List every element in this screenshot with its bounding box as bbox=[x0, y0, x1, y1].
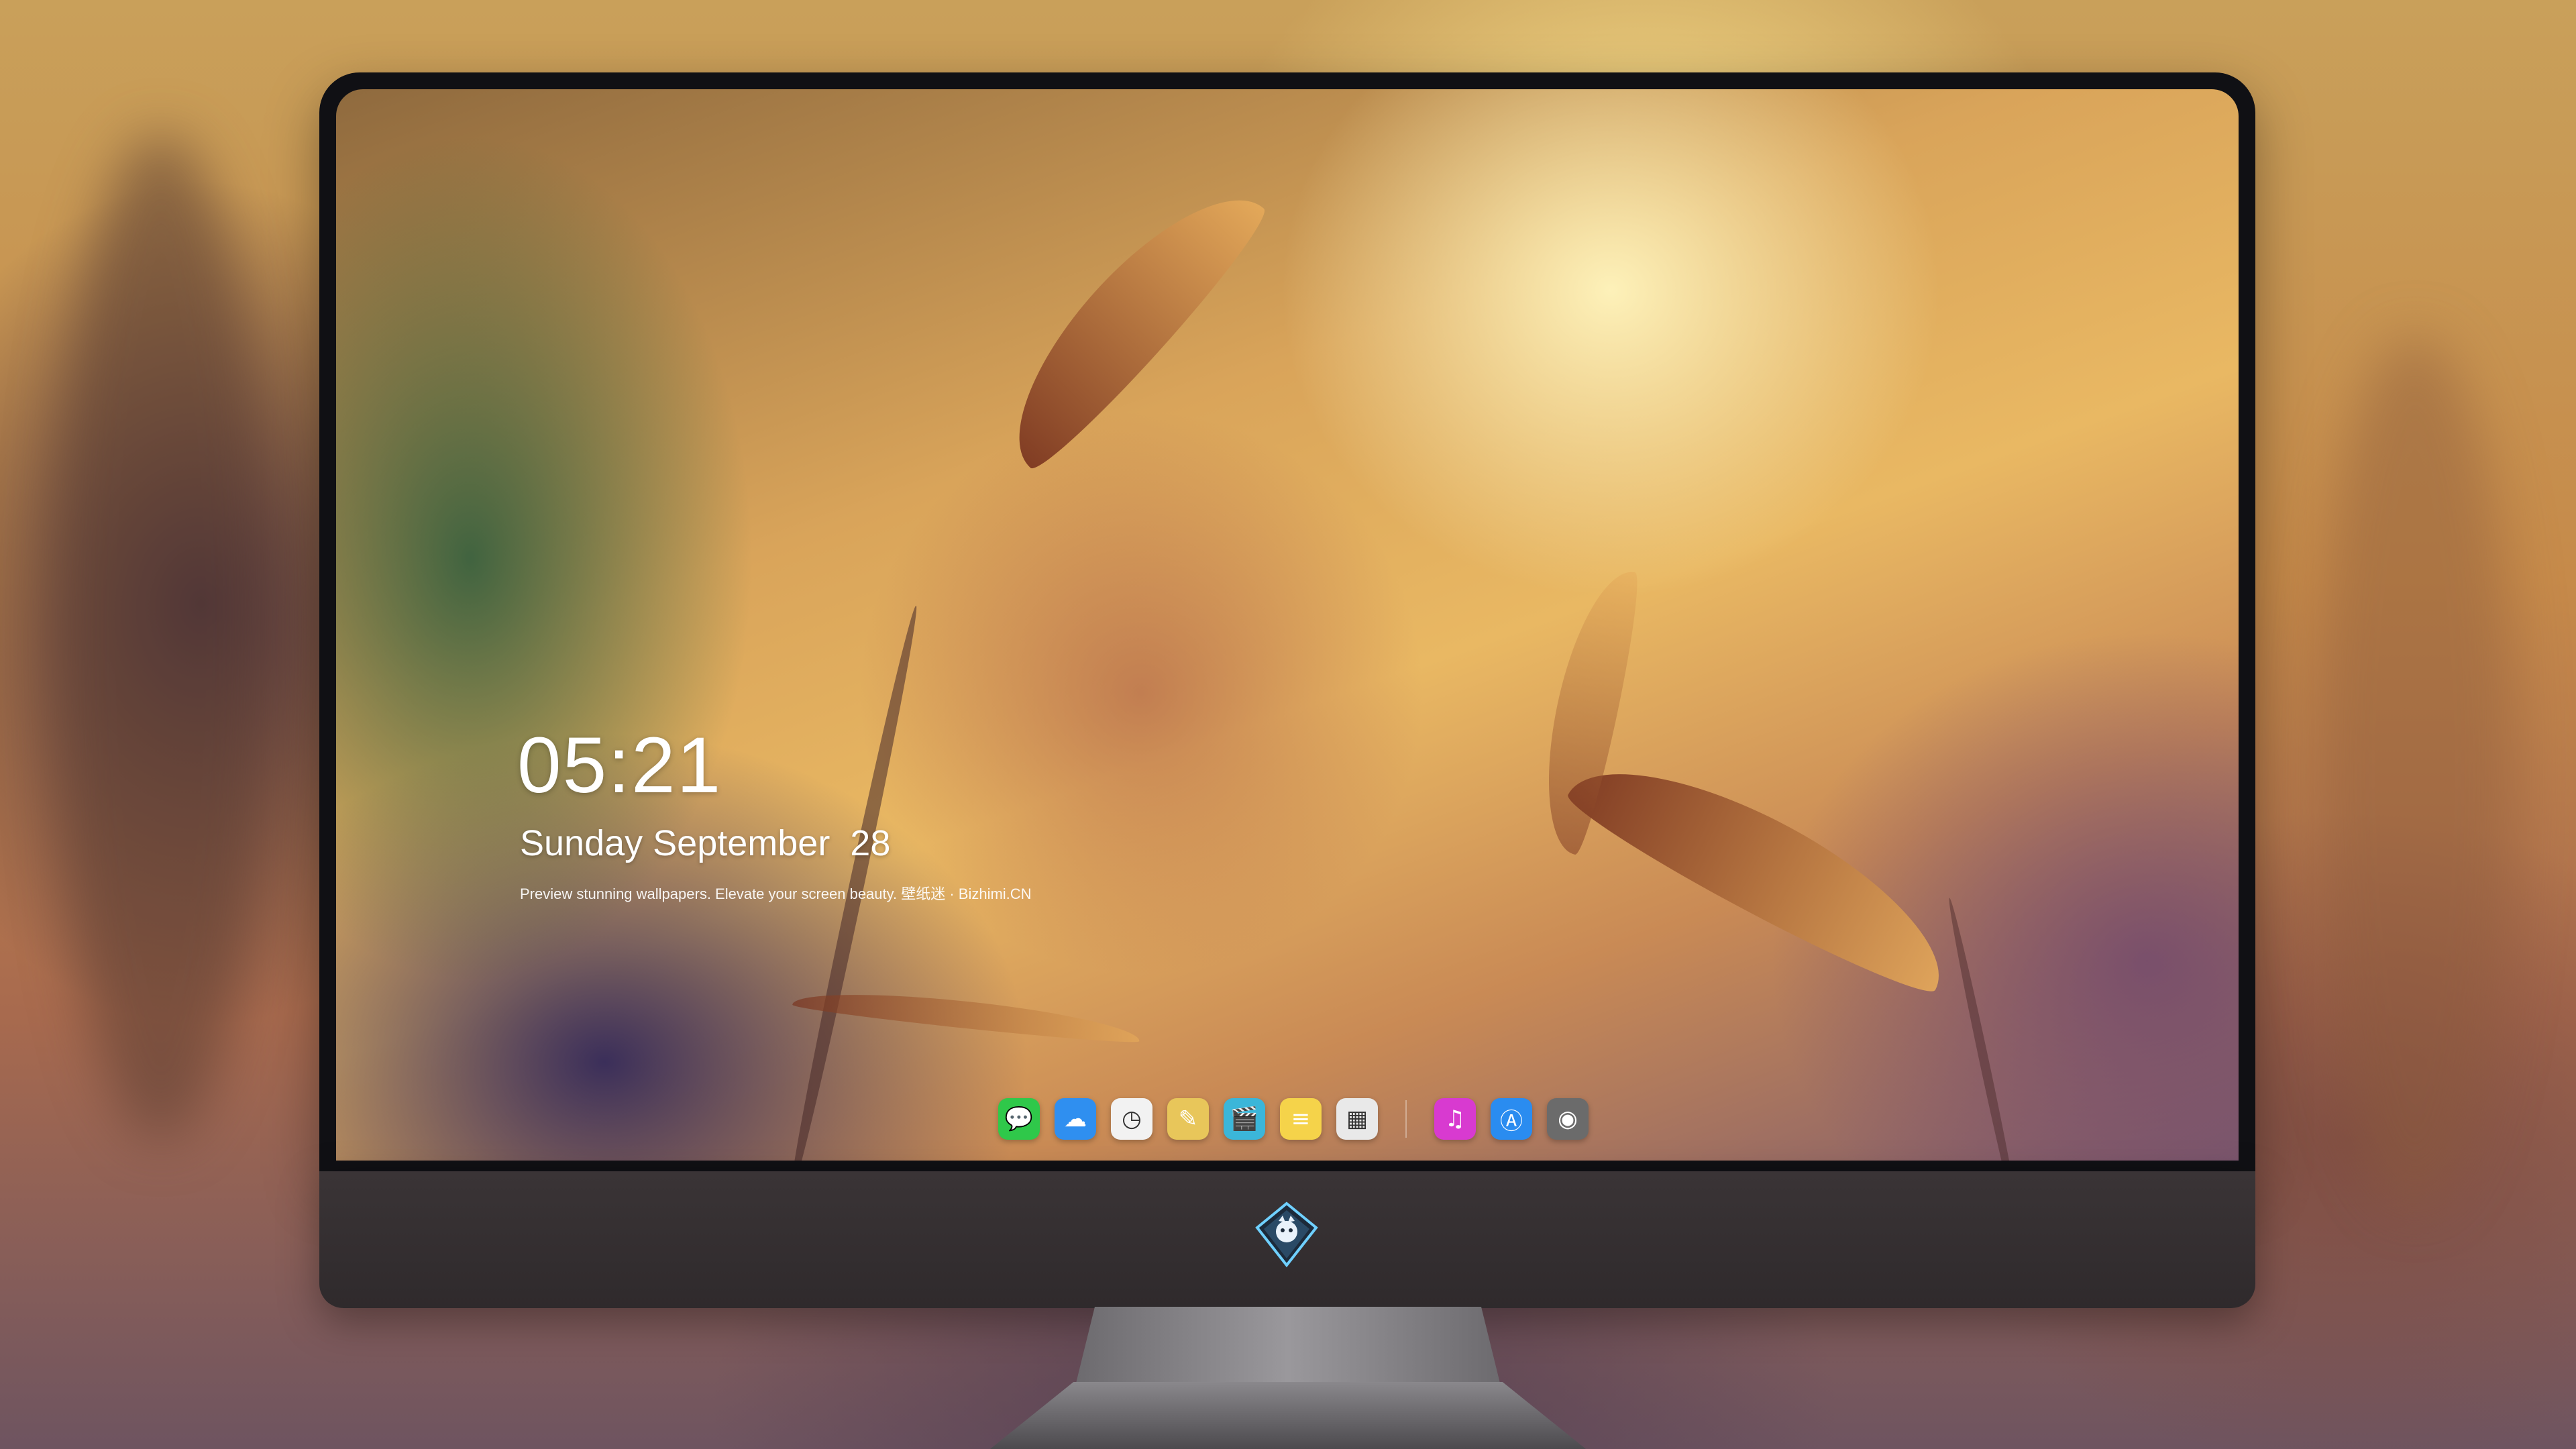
wallpaper-wheat-ear bbox=[978, 162, 1277, 480]
lockscreen-tagline: Preview stunning wallpapers. Elevate you… bbox=[520, 885, 1032, 902]
messages-icon[interactable]: 💬 bbox=[998, 1098, 1040, 1140]
clock-icon[interactable]: ◷ bbox=[1111, 1098, 1152, 1140]
monitor-stand-base bbox=[990, 1382, 1586, 1449]
camera-icon[interactable]: ◉ bbox=[1547, 1098, 1589, 1140]
video-icon[interactable]: 🎬 bbox=[1224, 1098, 1265, 1140]
background-blur-stalk bbox=[2314, 335, 2516, 1208]
wallpaper-wheat-ear bbox=[792, 983, 1142, 1047]
lockscreen-clock: 05:21 bbox=[517, 721, 722, 810]
monitor-bezel: 05:21 Sunday September 28 Preview stunni… bbox=[319, 72, 2255, 1171]
monitor-stand-neck bbox=[1073, 1307, 1503, 1394]
lockscreen-date: Sunday September 28 bbox=[520, 823, 891, 863]
dock-separator bbox=[1405, 1100, 1407, 1138]
wallpaper-stem bbox=[1945, 897, 2024, 1161]
music-icon[interactable]: ♫ bbox=[1434, 1098, 1476, 1140]
lock-screen: 05:21 Sunday September 28 Preview stunni… bbox=[336, 89, 2239, 1161]
desktop-background: 05:21 Sunday September 28 Preview stunni… bbox=[0, 0, 2576, 1449]
app-store-icon[interactable]: Ⓐ bbox=[1491, 1098, 1532, 1140]
notes-icon[interactable]: ≡ bbox=[1280, 1098, 1322, 1140]
dragon-emblem-icon bbox=[1255, 1201, 1318, 1268]
preview-icon[interactable]: ✎ bbox=[1167, 1098, 1209, 1140]
weather-icon[interactable]: ☁ bbox=[1055, 1098, 1096, 1140]
wallpaper-wheat-ear bbox=[1559, 728, 1971, 1007]
photo-gallery-icon[interactable]: ▦ bbox=[1336, 1098, 1378, 1140]
background-blur-stalk bbox=[54, 134, 268, 1140]
dock: 💬 ☁ ◷ ✎ 🎬 ≡ ▦ ♫ Ⓐ ◉ bbox=[984, 1085, 1596, 1152]
